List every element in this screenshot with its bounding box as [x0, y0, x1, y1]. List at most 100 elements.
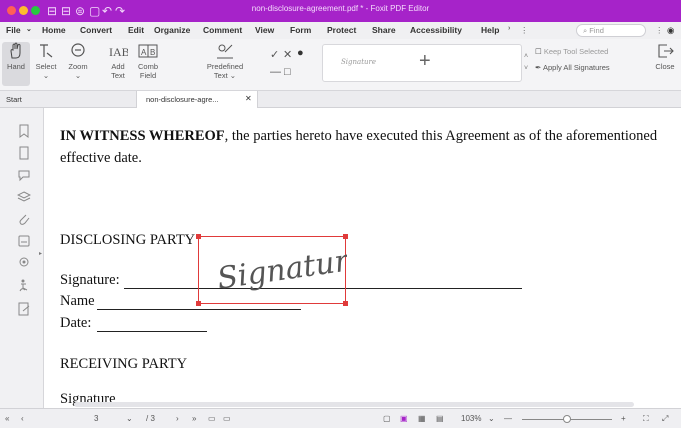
- fullscreen-icon[interactable]: ⤢: [662, 414, 668, 424]
- title-bar: ⊟ ⊟ ⊜ ▢ ↶ ↷ non-disclosure-agreement.pdf…: [0, 0, 681, 22]
- page-number-input[interactable]: 3: [94, 414, 98, 423]
- chevron-down-icon[interactable]: ˅: [524, 65, 528, 72]
- name-label: Name: [60, 293, 95, 309]
- name-underline: [97, 309, 301, 310]
- zoom-slider-thumb[interactable]: [563, 415, 571, 423]
- layers-icon[interactable]: [17, 190, 31, 204]
- horizontal-scrollbar[interactable]: [74, 402, 634, 407]
- zoom-out-icon[interactable]: —: [504, 414, 512, 423]
- zoom-tool-button[interactable]: Zoom ⌄: [64, 42, 92, 80]
- rectangle-tool-icon[interactable]: □: [284, 66, 291, 78]
- comb-field-button[interactable]: AB Comb Field: [133, 42, 163, 80]
- two-page-view-icon[interactable]: ▭: [223, 414, 231, 423]
- signature-panel-icon[interactable]: [17, 302, 31, 316]
- menu-convert[interactable]: Convert: [80, 25, 112, 35]
- predefined-text-button[interactable]: Predefined Text ⌄: [200, 42, 250, 80]
- close-label: Close: [655, 62, 675, 71]
- more-options-icon[interactable]: ⋮: [655, 25, 664, 36]
- search-input[interactable]: ⌕ Find: [576, 24, 646, 37]
- account-icon[interactable]: ◉: [667, 25, 674, 36]
- bookmark-icon[interactable]: [17, 124, 31, 138]
- resize-handle-top-right[interactable]: [343, 234, 348, 239]
- first-page-icon[interactable]: «: [5, 414, 9, 423]
- document-page[interactable]: IN WITNESS WHEREOF, the parties hereto h…: [44, 108, 681, 408]
- pages-icon[interactable]: [17, 234, 31, 248]
- line-tool-icon[interactable]: —: [270, 66, 281, 78]
- chevron-up-icon[interactable]: ˄: [524, 53, 528, 60]
- signature-label: Signature:: [60, 272, 120, 288]
- add-text-icon: IAB: [109, 45, 128, 59]
- receiving-party-heading: RECEIVING PARTY: [60, 356, 188, 372]
- menu-view[interactable]: View: [255, 25, 274, 35]
- zoom-in-icon[interactable]: +: [621, 414, 626, 423]
- disclosing-party-heading: DISCLOSING PARTY: [60, 232, 196, 248]
- attachment-icon[interactable]: [17, 212, 31, 226]
- add-signature-icon[interactable]: +: [419, 50, 431, 73]
- more-menu-icon[interactable]: ⋮: [520, 25, 529, 36]
- chevron-down-icon: ⌄: [26, 26, 32, 33]
- witness-paragraph: IN WITNESS WHEREOF, the parties hereto h…: [60, 128, 657, 145]
- expand-panel-icon[interactable]: ▸: [39, 250, 42, 257]
- view-mode-2-icon[interactable]: ▣: [400, 414, 408, 423]
- date-underline: [97, 331, 207, 332]
- menu-help[interactable]: Help: [481, 25, 499, 35]
- dot-tool-icon[interactable]: ●: [297, 47, 304, 59]
- apply-all-signatures-button[interactable]: ✒ Apply All Signatures: [535, 63, 610, 72]
- page-dropdown-icon[interactable]: ⌄: [126, 414, 133, 423]
- menu-comment[interactable]: Comment: [203, 25, 242, 35]
- tab-document[interactable]: non-disclosure-agre... ✕: [136, 91, 258, 108]
- menu-protect[interactable]: Protect: [327, 25, 356, 35]
- fit-page-icon[interactable]: ⛶: [643, 414, 649, 424]
- placed-signature[interactable]: Signature: [196, 234, 348, 306]
- handwritten-signature: Signature: [215, 241, 347, 297]
- comments-icon[interactable]: [17, 168, 31, 182]
- checkmark-tool-icon[interactable]: ✓: [270, 48, 279, 61]
- accessibility-icon[interactable]: [17, 278, 31, 292]
- view-mode-4-icon[interactable]: ▤: [436, 414, 444, 423]
- page-thumbnails-icon[interactable]: [17, 146, 31, 160]
- menu-accessibility[interactable]: Accessibility: [410, 25, 462, 35]
- single-page-view-icon[interactable]: ▭: [208, 414, 216, 423]
- previous-page-icon[interactable]: ‹: [21, 414, 24, 423]
- zoom-dropdown-icon[interactable]: ⌄: [488, 414, 495, 423]
- menu-edit[interactable]: Edit: [128, 25, 144, 35]
- menu-form[interactable]: Form: [290, 25, 311, 35]
- zoom-level[interactable]: 103%: [461, 414, 481, 423]
- cross-tool-icon[interactable]: ✕: [283, 48, 292, 61]
- resize-handle-bottom-left[interactable]: [196, 301, 201, 306]
- select-tool-button[interactable]: Select ⌄: [32, 42, 60, 80]
- window-title: non-disclosure-agreement.pdf * - Foxit P…: [251, 4, 430, 13]
- tab-start[interactable]: Start: [6, 95, 22, 104]
- menu-share[interactable]: Share: [372, 25, 396, 35]
- keep-tool-selected-checkbox[interactable]: ☐ Keep Tool Selected: [535, 47, 608, 56]
- location-icon[interactable]: [17, 256, 31, 270]
- resize-handle-bottom-right[interactable]: [343, 301, 348, 306]
- last-page-icon[interactable]: »: [192, 414, 196, 423]
- close-tab-icon[interactable]: ✕: [245, 94, 252, 103]
- close-button[interactable]: Close: [651, 42, 679, 71]
- chevron-down-icon: ⌄: [74, 71, 82, 80]
- comb-field-label-2: Field: [139, 71, 157, 80]
- menu-home[interactable]: Home: [42, 25, 66, 35]
- svg-text:B: B: [150, 48, 155, 57]
- apply-all-label: Apply All Signatures: [542, 63, 610, 72]
- add-text-button[interactable]: IAB Add Text: [104, 42, 132, 80]
- signature-thumbnail[interactable]: Signature: [341, 58, 376, 66]
- add-text-label-1: Add: [111, 62, 125, 71]
- select-label: Select: [35, 62, 57, 71]
- menu-file[interactable]: File: [6, 25, 21, 35]
- next-page-icon[interactable]: ›: [176, 414, 179, 423]
- predefined-text-icon: [217, 44, 233, 59]
- hand-tool-button[interactable]: Hand: [2, 42, 30, 86]
- menu-organize[interactable]: Organize: [154, 25, 190, 35]
- resize-handle-top-left[interactable]: [196, 234, 201, 239]
- tab-document-label: non-disclosure-agre...: [146, 95, 219, 104]
- view-mode-1-icon[interactable]: ▢: [383, 414, 391, 423]
- zoom-icon: [71, 43, 85, 57]
- hand-label: Hand: [7, 62, 25, 71]
- view-mode-3-icon[interactable]: ▦: [418, 414, 426, 423]
- chevron-right-icon[interactable]: ›: [508, 25, 510, 32]
- predefined-label-1: Predefined: [206, 62, 244, 71]
- document-tabs: Start non-disclosure-agre... ✕: [0, 91, 681, 108]
- keep-tool-label: Keep Tool Selected: [543, 47, 609, 56]
